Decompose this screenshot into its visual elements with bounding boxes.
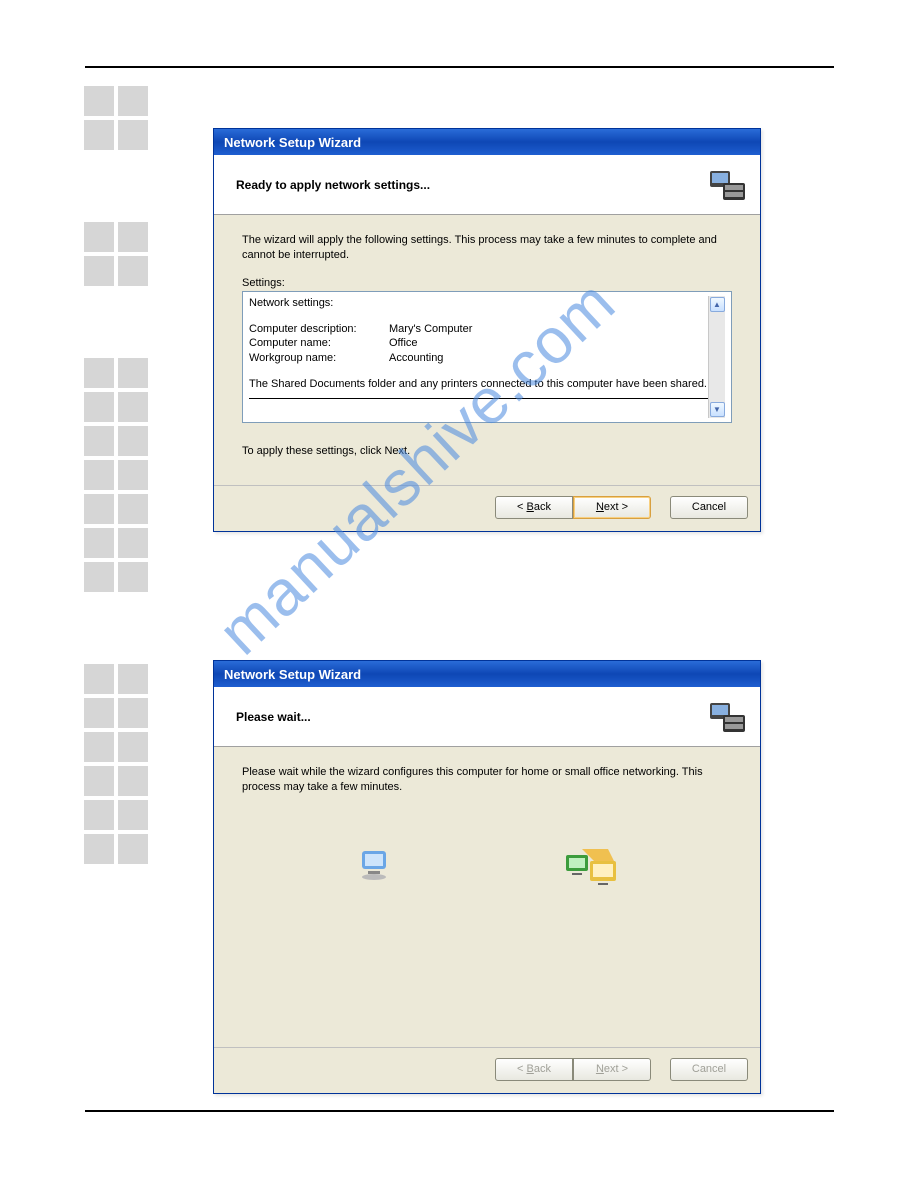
window-title: Network Setup Wizard [224,667,361,682]
settings-key: Computer name: [249,336,389,351]
scroll-down-icon[interactable]: ▼ [710,402,725,417]
next-button: Next > [573,1058,651,1081]
wizard-dialog-wait: Network Setup Wizard Please wait... Plea… [213,660,761,1094]
settings-heading: Network settings: [249,296,708,311]
settings-row: Computer name: Office [249,336,708,351]
cancel-button: Cancel [670,1058,748,1081]
settings-content: Network settings: Computer description: … [249,296,708,418]
settings-value: Office [389,336,418,351]
scrollbar[interactable]: ▲ ▼ [708,296,725,418]
page-top-rule [85,66,834,68]
window-title: Network Setup Wizard [224,135,361,150]
settings-value: Mary's Computer [389,322,472,337]
settings-value: Accounting [389,351,443,366]
network-wizard-icon [705,695,750,740]
settings-divider [249,398,708,399]
wizard-header: Please wait... [214,687,760,747]
settings-listbox[interactable]: Network settings: Computer description: … [242,291,732,423]
settings-footer: The Shared Documents folder and any prin… [249,377,708,392]
decorative-squares [84,86,154,868]
wizard-header-title: Please wait... [236,710,311,724]
next-label: ext > [604,1063,628,1075]
wizard-body: Please wait while the wizard configures … [214,747,760,1047]
page-bottom-rule [85,1110,834,1112]
cancel-button[interactable]: Cancel [670,496,748,519]
intro-text: The wizard will apply the following sett… [242,233,732,263]
wizard-header-title: Ready to apply network settings... [236,178,430,192]
network-computers-icon [564,845,620,892]
titlebar[interactable]: Network Setup Wizard [214,661,760,687]
apply-hint: To apply these settings, click Next. [242,445,732,457]
back-label: ack [534,501,551,513]
back-button[interactable]: < Back [495,496,573,519]
settings-row: Computer description: Mary's Computer [249,322,708,337]
back-button: < Back [495,1058,573,1081]
titlebar[interactable]: Network Setup Wizard [214,129,760,155]
single-computer-icon [354,845,394,892]
back-label: ack [534,1063,551,1075]
next-button[interactable]: Next > [573,496,651,519]
button-bar: < Back Next > Cancel [214,1047,760,1093]
network-wizard-icon [705,163,750,208]
settings-label: Settings: [242,277,732,289]
progress-graphic [242,845,732,892]
settings-key: Computer description: [249,322,389,337]
wizard-dialog-ready: Network Setup Wizard Ready to apply netw… [213,128,761,532]
scroll-up-icon[interactable]: ▲ [710,297,725,312]
button-bar: < Back Next > Cancel [214,485,760,531]
settings-key: Workgroup name: [249,351,389,366]
wait-text: Please wait while the wizard configures … [242,765,732,795]
settings-row: Workgroup name: Accounting [249,351,708,366]
wizard-header: Ready to apply network settings... [214,155,760,215]
next-label: ext > [604,501,628,513]
wizard-body: The wizard will apply the following sett… [214,215,760,485]
